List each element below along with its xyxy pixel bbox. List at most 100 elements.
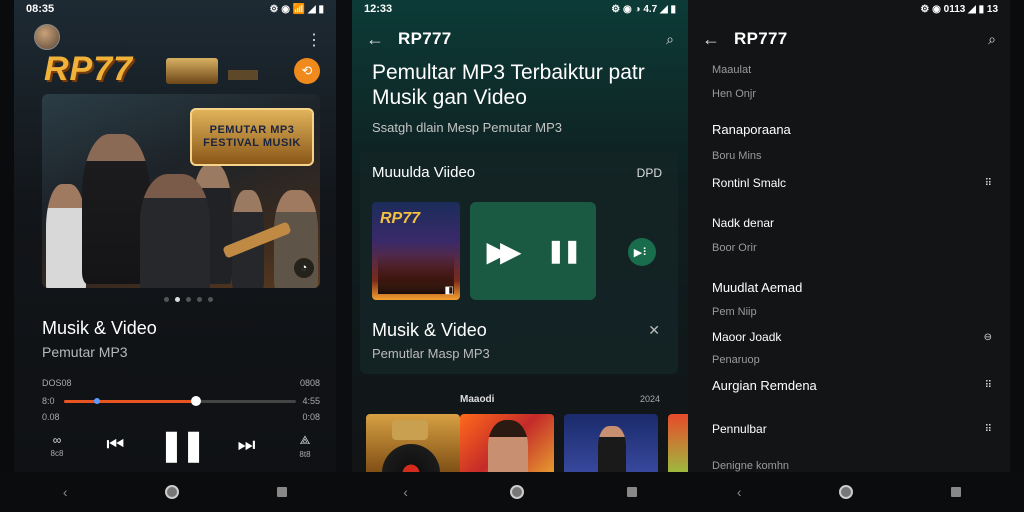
carousel-dot[interactable] xyxy=(186,297,191,302)
time-left-label: 8:0 xyxy=(42,396,55,406)
track-subtitle: Pemutar MP3 xyxy=(42,344,128,360)
nav-home-icon[interactable] xyxy=(510,485,525,499)
list-item-action-icon[interactable]: ⊖ xyxy=(984,332,992,343)
time-left: 0.08 xyxy=(42,412,60,422)
mini-player[interactable]: ▶▶ ❚❚ xyxy=(470,202,596,300)
status-bar: ⚙ ◉ 0113 ◢ ▮ 13 xyxy=(688,0,1010,18)
list-item[interactable]: Nadk denar xyxy=(712,216,996,230)
more-options-icon[interactable]: ⋮ xyxy=(306,30,322,50)
video-title: Musik & Video xyxy=(372,320,487,340)
hero-sign-line: PEMUTAR MP3 xyxy=(209,124,295,136)
nav-recents-icon[interactable] xyxy=(626,487,637,497)
carousel-dot[interactable] xyxy=(208,297,213,302)
carousel-dot[interactable] xyxy=(175,297,180,302)
back-arrow-icon[interactable]: ← xyxy=(366,29,398,50)
list-item[interactable]: Ranaporaana xyxy=(712,122,996,137)
library-screen: ⚙ ◉ 0113 ◢ ▮ 13 ← RP777 ⌕ Maaulat Hen Onj… xyxy=(688,0,1010,472)
close-icon[interactable]: ✕ xyxy=(648,322,660,339)
list-item[interactable]: Muudlat Aemad xyxy=(712,280,996,295)
back-arrow-icon[interactable]: ← xyxy=(702,29,734,50)
video-card-tag: DPD xyxy=(636,166,662,180)
pause-button[interactable]: ❚❚ xyxy=(159,428,206,463)
seek-marker xyxy=(94,398,100,404)
nav-recents-icon[interactable] xyxy=(277,487,288,497)
video-card-heading: Muuulda Viideo xyxy=(372,164,476,181)
album-artist xyxy=(598,426,626,472)
next-button[interactable]: ⏭ xyxy=(238,434,256,457)
nav-recents-icon[interactable] xyxy=(951,487,962,497)
avatar[interactable] xyxy=(34,24,60,50)
carousel-dot[interactable] xyxy=(164,297,169,302)
video-thumbnail[interactable]: RP77 ◧ xyxy=(372,202,460,300)
shuffle-button[interactable]: ∞ 8c8 xyxy=(42,433,72,458)
status-icons: ⚙ ◉ 0113 ◢ ▮ 13 xyxy=(920,3,998,15)
shuffle-icon: ∞ xyxy=(52,433,62,447)
list-item[interactable]: Hen Onjr xyxy=(712,88,996,100)
list-item-action-icon[interactable]: ⠿ xyxy=(985,178,992,189)
video-card[interactable]: Muuulda Viideo DPD RP77 ◧ ▶▶ ❚❚ ▶⠇ Musik… xyxy=(360,152,678,374)
list-item[interactable]: Denigne komhn xyxy=(712,460,996,472)
previous-button[interactable]: ⏮ xyxy=(106,434,124,457)
list-item[interactable]: Pem Niip xyxy=(712,306,996,318)
list-item[interactable]: Boru Mins xyxy=(712,150,996,162)
comment-icon[interactable]: ◔ xyxy=(294,258,314,278)
background-strip-left xyxy=(0,0,14,512)
pause-icon[interactable]: ❚❚ xyxy=(547,238,582,264)
list-item-label: Pennulbar xyxy=(712,422,767,436)
list-item-label: Boru Mins xyxy=(712,150,762,162)
home-screen: 12:33 ⚙ ◉ ◑ 4.7 ◢ ▮ ← RP777 ⌕ Pemultar M… xyxy=(352,0,688,472)
repeat-button[interactable]: ⟁ 8t8 xyxy=(290,433,320,459)
nav-home-icon[interactable] xyxy=(839,485,854,499)
meta-left: DOS08 xyxy=(42,378,72,388)
list-item-label: Penaruop xyxy=(712,354,760,366)
list-item[interactable]: Rontinl Smalc ⠿ xyxy=(712,176,996,190)
list-item[interactable]: Penaruop xyxy=(712,354,996,366)
player-screen: 08:35 ⚙ ◉ 📶 ◢ ▮ ⋮ RP77 ⟲ PEMUTAR MP3 FES… xyxy=(14,0,336,472)
list-item-action-icon[interactable]: ⠿ xyxy=(985,424,992,435)
album-card[interactable] xyxy=(366,414,460,472)
album-card[interactable] xyxy=(564,414,658,472)
list-item[interactable]: Aurgian Remdena ⠿ xyxy=(712,378,996,393)
list-item[interactable]: Boor Orir xyxy=(712,242,996,254)
nav-back-icon[interactable]: ‹ xyxy=(737,484,742,500)
list-item-action-icon[interactable]: ⠿ xyxy=(985,380,992,391)
search-icon[interactable]: ⌕ xyxy=(988,31,996,48)
nav-back-icon[interactable]: ‹ xyxy=(403,484,408,500)
album-card[interactable] xyxy=(460,414,554,472)
video-subtitle: Pemutlar Masp MP3 xyxy=(372,346,490,361)
status-time: 08:35 xyxy=(26,3,55,15)
search-icon[interactable]: ⌕ xyxy=(666,31,674,48)
time-right: 4:55 xyxy=(302,396,320,406)
list-item[interactable]: Maaulat xyxy=(712,64,996,76)
carousel-dots xyxy=(164,297,213,302)
hero-person xyxy=(140,174,210,288)
playback-controls: ∞ 8c8 ⏮ ❚❚ ⏭ ⟁ 8t8 xyxy=(42,428,320,463)
page-headline: Pemultar MP3 Terbaiktur patr Musik gan V… xyxy=(372,61,645,109)
fast-forward-icon[interactable]: ▶▶ xyxy=(487,235,522,268)
seek-bar[interactable] xyxy=(64,396,296,406)
app-title: RP777 xyxy=(398,29,452,48)
albums-count: 2024 xyxy=(639,394,660,404)
list-item[interactable]: Maoor Joadk ⊖ xyxy=(712,330,996,344)
list-item-label: Pem Niip xyxy=(712,306,757,318)
hero-image[interactable]: PEMUTAR MP3 FESTIVAL MUSIK ◔ xyxy=(42,94,320,288)
queue-icon[interactable]: ▶⠇ xyxy=(628,238,656,266)
list-item-label: Maoor Joadk xyxy=(712,330,782,344)
list-item-label: Muudlat Aemad xyxy=(712,280,803,295)
time-right-2: 0:08 xyxy=(302,412,320,422)
cast-button[interactable]: ⟲ xyxy=(294,58,320,84)
hero-sign-line: FESTIVAL MUSIK xyxy=(203,137,301,149)
list-item-label: Rontinl Smalc xyxy=(712,176,787,190)
shuffle-label: 8c8 xyxy=(50,449,64,458)
nav-home-icon[interactable] xyxy=(165,485,180,499)
meta-row: DOS08 0808 xyxy=(42,378,320,388)
list-item-label: Aurgian Remdena xyxy=(712,378,817,393)
album-card[interactable] xyxy=(668,414,688,472)
system-nav-bar: ‹ ‹ ‹ xyxy=(0,472,1024,512)
carousel-dot[interactable] xyxy=(197,297,202,302)
list-item[interactable]: Pennulbar ⠿ xyxy=(712,422,996,436)
track-title: Musik & Video xyxy=(42,318,157,338)
nav-back-icon[interactable]: ‹ xyxy=(63,484,68,500)
brand-badge xyxy=(166,58,218,84)
album-logo xyxy=(392,420,428,440)
